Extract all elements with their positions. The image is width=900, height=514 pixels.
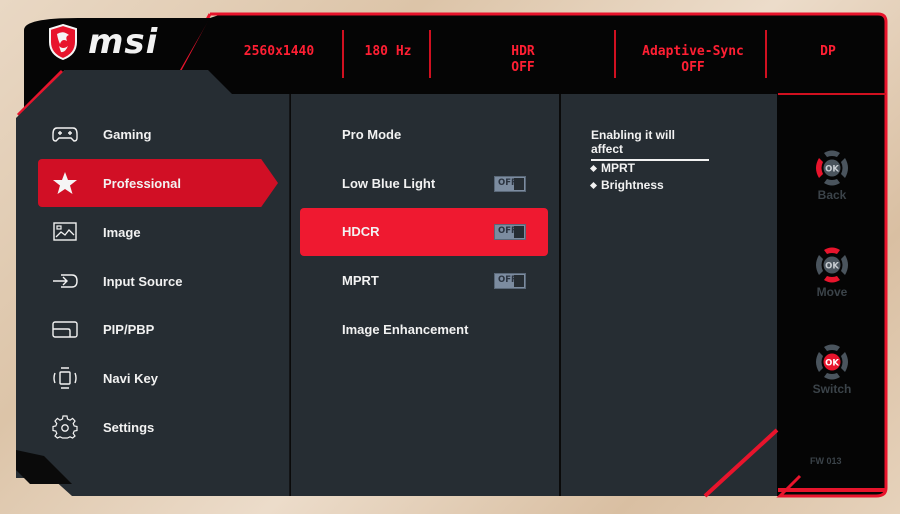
status-divider — [429, 30, 431, 78]
sidebar-item-label: Gaming — [103, 126, 152, 142]
gamepad-icon — [52, 127, 78, 142]
status-divider — [342, 30, 344, 78]
option-mprt[interactable]: MPRT OFF — [300, 257, 548, 305]
joystick-ok-highlight-icon: OK — [816, 344, 848, 380]
info-item-text: MPRT — [601, 161, 635, 175]
nav-hint-switch: OK Switch — [806, 340, 858, 396]
refresh-rate-status: 180 Hz — [364, 44, 412, 59]
info-title: Enabling it will affect — [591, 128, 709, 161]
hdr-value: OFF — [511, 60, 535, 75]
msi-dragon-shield-icon — [49, 24, 77, 60]
hdcr-toggle[interactable]: OFF — [494, 224, 526, 240]
msi-logo: msi — [48, 24, 158, 60]
nav-hint-label: Move — [816, 285, 848, 299]
low-blue-light-toggle[interactable]: OFF — [494, 176, 526, 192]
joystick-up-down-highlight-icon: OK — [816, 247, 848, 283]
bullet-icon — [589, 165, 598, 173]
option-label: MPRT — [342, 273, 379, 288]
info-item: MPRT — [589, 161, 635, 175]
option-hdcr[interactable]: HDCR OFF — [300, 208, 548, 256]
gear-icon — [52, 415, 78, 439]
nav-hint-label: Switch — [812, 382, 852, 396]
sidebar-item-pip-pbp[interactable]: PIP/PBP — [38, 305, 278, 353]
option-low-blue-light[interactable]: Low Blue Light OFF — [300, 160, 548, 208]
brand-name: msi — [88, 22, 159, 62]
firmware-version: FW 013 — [810, 456, 842, 466]
input-status: DP — [820, 44, 836, 59]
option-label: Pro Mode — [342, 127, 402, 142]
option-label: Low Blue Light — [342, 176, 436, 191]
info-item: Brightness — [589, 178, 664, 192]
sidebar-item-label: Professional — [103, 175, 182, 191]
sidebar-item-label: Image — [103, 224, 141, 240]
pip-icon — [52, 321, 78, 338]
joystick-left-highlight-icon: OK — [816, 150, 848, 186]
toggle-knob — [514, 178, 524, 190]
toggle-knob — [514, 226, 524, 238]
option-pro-mode[interactable]: Pro Mode — [300, 111, 548, 159]
ok-text: OK — [825, 262, 839, 272]
star-icon — [53, 172, 77, 194]
monitor-osd: msi 2560x1440 180 Hz HDR OFF Adaptive-Sy… — [0, 0, 900, 514]
input-source-icon — [53, 274, 78, 288]
adaptive-sync-label: Adaptive-Sync — [642, 44, 744, 59]
adaptive-sync-status: Adaptive-Sync OFF — [640, 44, 746, 76]
image-icon — [53, 222, 77, 241]
nav-hint-back: OK Back — [806, 146, 858, 202]
sidebar-item-navi-key[interactable]: Navi Key — [38, 354, 278, 402]
mprt-toggle[interactable]: OFF — [494, 273, 526, 289]
ok-text: OK — [825, 165, 839, 175]
ok-text: OK — [825, 359, 839, 369]
info-item-text: Brightness — [601, 178, 664, 192]
sidebar-item-image[interactable]: Image — [38, 208, 278, 256]
sidebar-item-label: PIP/PBP — [103, 321, 155, 337]
hdr-status: HDR OFF — [480, 44, 566, 76]
resolution-status: 2560x1440 — [243, 44, 315, 59]
option-label: Image Enhancement — [342, 322, 469, 337]
sidebar-item-gaming[interactable]: Gaming — [38, 110, 278, 158]
sidebar-item-label: Navi Key — [103, 370, 158, 386]
option-image-enhancement[interactable]: Image Enhancement — [300, 306, 548, 354]
sidebar-item-input-source[interactable]: Input Source — [38, 257, 278, 305]
nav-hint-label: Back — [817, 188, 847, 202]
bullet-icon — [589, 182, 598, 190]
hdr-label: HDR — [511, 44, 535, 59]
sidebar-item-settings[interactable]: Settings — [38, 403, 278, 451]
status-divider — [765, 30, 767, 78]
nav-hint-move: OK Move — [806, 243, 858, 299]
status-divider — [614, 30, 616, 78]
sidebar-item-label: Settings — [103, 419, 155, 435]
toggle-knob — [514, 275, 524, 287]
navi-key-icon — [53, 367, 77, 389]
sidebar-item-label: Input Source — [103, 273, 183, 289]
sidebar-item-professional[interactable]: Professional — [38, 159, 278, 207]
option-label: HDCR — [342, 224, 380, 239]
adaptive-sync-value: OFF — [681, 60, 705, 75]
